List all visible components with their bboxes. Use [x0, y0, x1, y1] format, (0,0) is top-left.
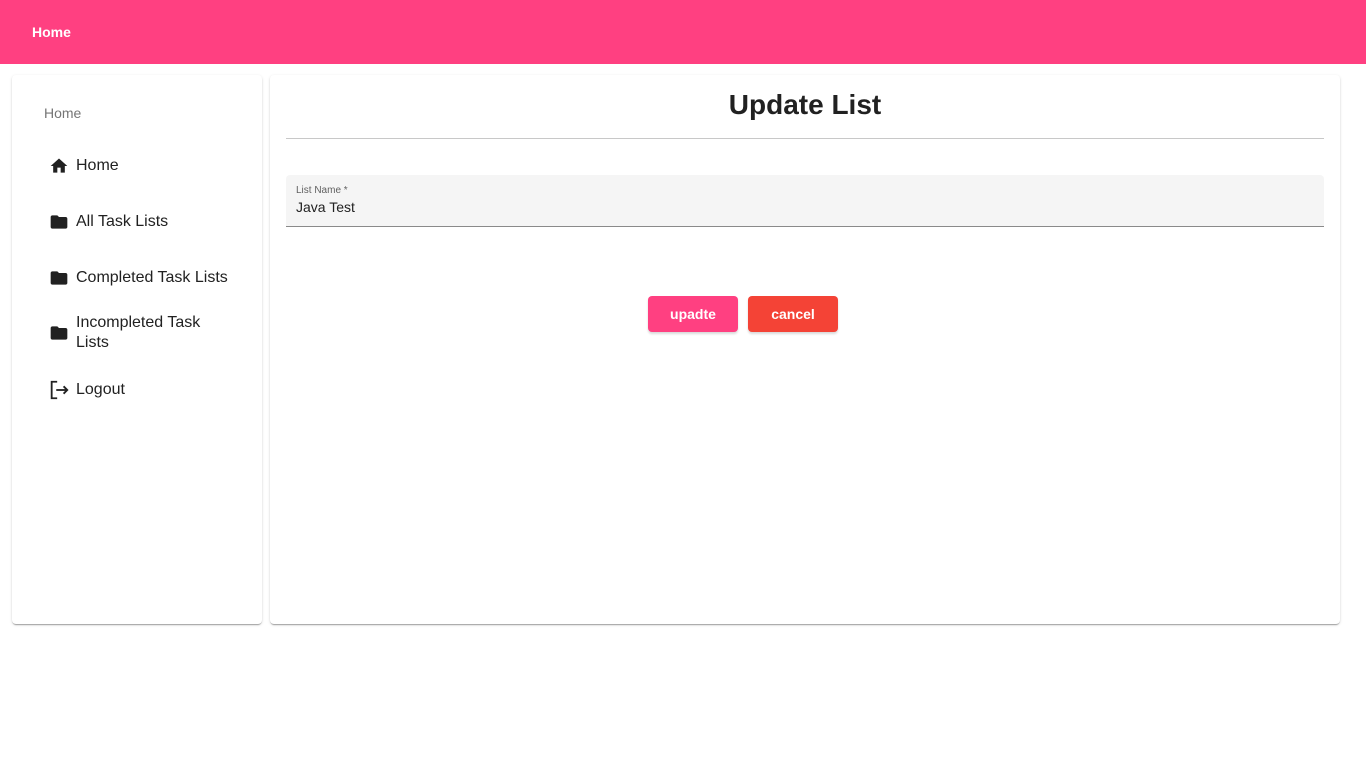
sidebar-item-incompleted-task-lists[interactable]: Incompleted Task Lists [48, 313, 248, 353]
list-name-label: List Name * [296, 185, 348, 196]
folder-icon [48, 267, 70, 289]
list-name-input[interactable] [296, 199, 1306, 215]
page-title: Update List [728, 89, 882, 120]
folder-icon [48, 322, 70, 344]
sidebar: Home Home All Task Lists Completed Task … [12, 75, 262, 624]
toolbar-home-link[interactable]: Home [32, 24, 71, 40]
cancel-button[interactable]: cancel [748, 296, 838, 332]
sidebar-header: Home [44, 105, 82, 121]
main-card: Update List List Name * upadte cancel [270, 75, 1340, 624]
home-icon [48, 155, 70, 177]
sidebar-item-completed-task-lists[interactable]: Completed Task Lists [48, 267, 248, 289]
sidebar-item-label: All Task Lists [76, 213, 169, 230]
update-button[interactable]: upadte [648, 296, 738, 332]
top-toolbar: Home [0, 0, 1366, 64]
sidebar-item-home[interactable]: Home [48, 155, 248, 177]
logout-icon [48, 379, 70, 401]
sidebar-item-label: Logout [76, 381, 125, 398]
folder-icon [48, 211, 70, 233]
sidebar-item-logout[interactable]: Logout [48, 379, 248, 401]
sidebar-item-label: Incompleted Task Lists [76, 314, 201, 351]
sidebar-item-label: Home [76, 157, 119, 174]
sidebar-item-all-task-lists[interactable]: All Task Lists [48, 211, 248, 233]
sidebar-item-label: Completed Task Lists [76, 269, 228, 286]
list-name-field[interactable]: List Name * [286, 175, 1324, 227]
title-divider [286, 138, 1324, 139]
